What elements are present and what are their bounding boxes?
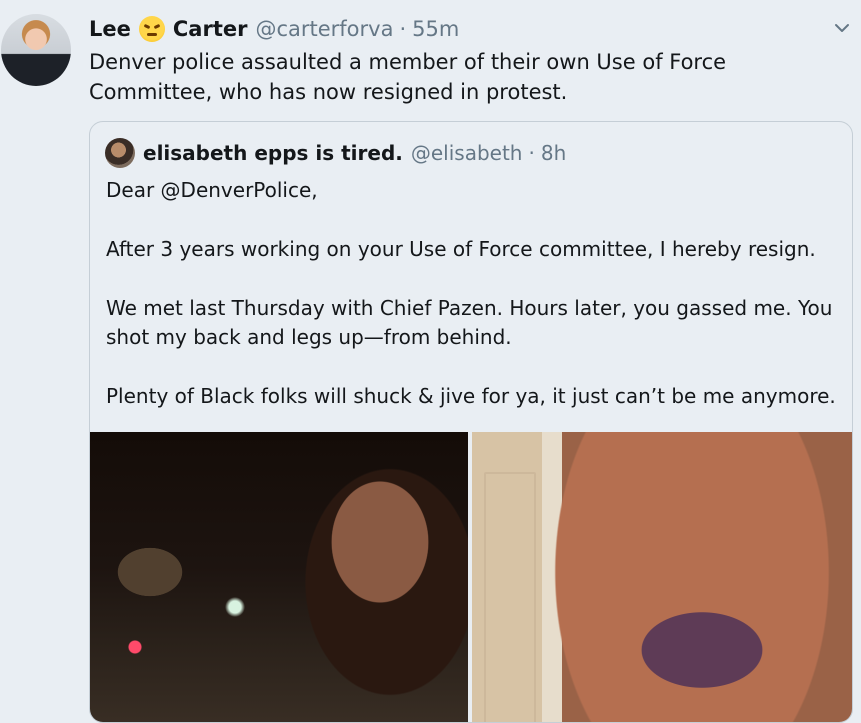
quoted-paragraph: Dear @DenverPolice, xyxy=(106,178,318,202)
tweet-text: Denver police assaulted a member of thei… xyxy=(89,50,727,104)
avatar[interactable] xyxy=(1,14,71,86)
quoted-tweet[interactable]: elisabeth epps is tired. @elisabeth · 8h… xyxy=(89,121,853,723)
quoted-avatar[interactable] xyxy=(105,138,135,168)
quoted-author-handle[interactable]: @elisabeth xyxy=(411,141,523,165)
quoted-timestamp[interactable]: 8h xyxy=(541,141,566,165)
timestamp[interactable]: 55m xyxy=(412,17,459,41)
author-name-first[interactable]: Lee xyxy=(89,17,131,41)
media-grid xyxy=(90,432,852,722)
media-photo-bruised-leg[interactable] xyxy=(472,432,852,722)
chevron-down-icon[interactable] xyxy=(832,18,852,38)
media-photo-selfie-night-street[interactable] xyxy=(90,432,468,722)
quoted-paragraph: After 3 years working on your Use of For… xyxy=(106,237,816,261)
author-handle[interactable]: @carterforva xyxy=(255,17,393,41)
tweet-header: Lee Carter @carterforva · 55m xyxy=(89,14,459,44)
quoted-paragraph: We met last Thursday with Chief Pazen. H… xyxy=(106,296,833,349)
tweet[interactable]: Lee Carter @carterforva · 55m Denver pol… xyxy=(0,0,861,723)
separator-dot: · xyxy=(399,17,407,41)
quoted-author-name[interactable]: elisabeth epps is tired. xyxy=(143,141,403,165)
quoted-tweet-text: Dear @DenverPolice, After 3 years workin… xyxy=(106,176,846,441)
separator-dot: · xyxy=(528,141,535,165)
quoted-paragraph: Plenty of Black folks will shuck & jive … xyxy=(106,384,836,408)
author-name-last[interactable]: Carter xyxy=(173,17,248,41)
quoted-tweet-header: elisabeth epps is tired. @elisabeth · 8h xyxy=(105,138,566,168)
angry-face-emoji-icon xyxy=(138,16,165,42)
